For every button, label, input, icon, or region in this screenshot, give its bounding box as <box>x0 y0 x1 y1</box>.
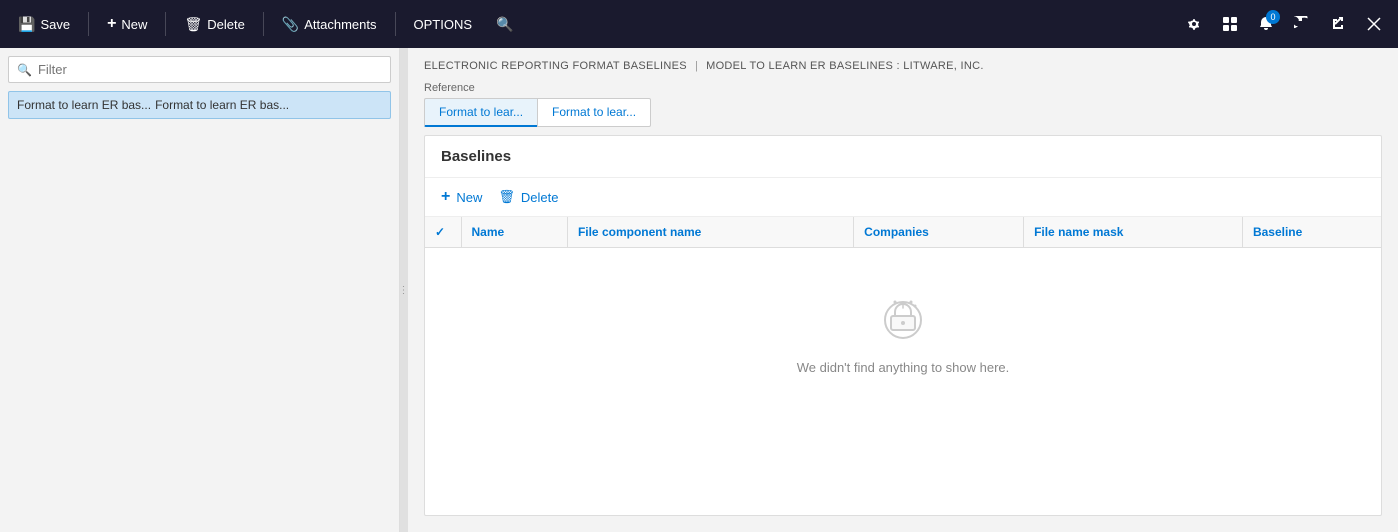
col-name-label: Name <box>472 225 505 239</box>
col-companies-label: Companies <box>864 225 929 239</box>
col-file-name-mask-label: File name mask <box>1034 225 1123 239</box>
ref-tab-1[interactable]: Format to lear... <box>537 98 651 127</box>
search-button[interactable] <box>486 10 523 39</box>
check-icon <box>435 225 445 239</box>
reference-section: Reference Format to lear... Format to le… <box>408 78 1398 135</box>
list-item[interactable]: Format to learn ER bas... Format to lear… <box>8 91 391 119</box>
settings-icon-btn[interactable] <box>1178 8 1210 40</box>
main-layout: Format to learn ER bas... Format to lear… <box>0 48 1398 532</box>
title-bar: Save New Delete Attachments OPTIONS 0 <box>0 0 1398 48</box>
empty-state: We didn't find anything to show here. <box>425 248 1381 415</box>
col-baseline-label: Baseline <box>1253 225 1302 239</box>
col-file-name-mask[interactable]: File name mask <box>1024 217 1243 248</box>
save-label: Save <box>40 17 70 32</box>
baselines-new-button[interactable]: + New <box>441 186 482 208</box>
right-panel: ELECTRONIC REPORTING FORMAT BASELINES | … <box>408 48 1398 532</box>
separator-3 <box>263 12 264 36</box>
ref-tab-label-0: Format to lear... <box>439 105 523 119</box>
separator-1 <box>88 12 89 36</box>
list-item-text-1: Format to learn ER bas... <box>17 98 151 112</box>
options-label: OPTIONS <box>414 17 473 32</box>
attachments-label: Attachments <box>304 17 376 32</box>
reference-tabs: Format to lear... Format to lear... <box>424 98 1382 127</box>
baselines-toolbar: + New 🗑 Delete <box>425 178 1381 217</box>
baselines-delete-button[interactable]: 🗑 Delete <box>498 187 558 207</box>
save-icon <box>18 16 35 33</box>
filter-input[interactable] <box>38 62 382 77</box>
options-button[interactable]: OPTIONS <box>404 11 483 38</box>
empty-state-row: We didn't find anything to show here. <box>425 248 1381 416</box>
ref-tab-label-1: Format to lear... <box>552 105 636 119</box>
table-header-row: Name File component name Companies File … <box>425 217 1381 248</box>
empty-icon <box>873 288 933 348</box>
close-icon-btn[interactable] <box>1358 8 1390 40</box>
new-button[interactable]: New <box>97 9 157 39</box>
list-item-text-2: Format to learn ER bas... <box>155 98 289 112</box>
title-bar-right: 0 <box>1178 8 1390 40</box>
delete-button[interactable]: Delete <box>174 10 254 39</box>
empty-message: We didn't find anything to show here. <box>797 360 1010 375</box>
popout-icon-btn[interactable] <box>1322 8 1354 40</box>
separator-2 <box>165 12 166 36</box>
search-icon <box>496 16 513 33</box>
baselines-table-wrap: Name File component name Companies File … <box>425 217 1381 515</box>
notification-icon-btn[interactable]: 0 <box>1250 8 1282 40</box>
filter-box[interactable] <box>8 56 391 83</box>
col-baseline[interactable]: Baseline <box>1242 217 1381 248</box>
attachments-button[interactable]: Attachments <box>272 10 387 39</box>
left-panel: Format to learn ER bas... Format to lear… <box>0 48 400 532</box>
breadcrumb-part1: ELECTRONIC REPORTING FORMAT BASELINES <box>424 60 687 72</box>
notification-badge: 0 <box>1266 10 1280 24</box>
save-button[interactable]: Save <box>8 10 80 39</box>
baselines-container: Baselines + New 🗑 Delete <box>424 135 1382 516</box>
baselines-new-label: New <box>456 190 482 205</box>
attach-icon <box>282 16 299 33</box>
delete-label: Delete <box>207 17 245 32</box>
baselines-delete-icon: 🗑 <box>498 189 515 205</box>
new-icon <box>107 15 116 33</box>
breadcrumb-part2: MODEL TO LEARN ER BASELINES : LITWARE, I… <box>706 60 984 72</box>
col-check[interactable] <box>425 217 461 248</box>
baselines-delete-label: Delete <box>521 190 559 205</box>
refresh-icon-btn[interactable] <box>1286 8 1318 40</box>
delete-icon <box>184 16 202 33</box>
breadcrumb: ELECTRONIC REPORTING FORMAT BASELINES | … <box>408 48 1398 78</box>
new-label: New <box>121 17 147 32</box>
col-file-component-label: File component name <box>578 225 701 239</box>
col-file-component[interactable]: File component name <box>567 217 853 248</box>
breadcrumb-separator: | <box>695 60 698 72</box>
office-icon-btn[interactable] <box>1214 8 1246 40</box>
col-companies[interactable]: Companies <box>854 217 1024 248</box>
separator-4 <box>395 12 396 36</box>
ref-tab-0[interactable]: Format to lear... <box>424 98 537 127</box>
baselines-title: Baselines <box>425 136 1381 178</box>
baselines-new-icon: + <box>441 188 450 206</box>
col-name[interactable]: Name <box>461 217 567 248</box>
splitter[interactable]: ⋮ <box>400 48 408 532</box>
reference-label: Reference <box>424 82 1382 94</box>
filter-icon <box>17 62 32 77</box>
baselines-table: Name File component name Companies File … <box>425 217 1381 415</box>
